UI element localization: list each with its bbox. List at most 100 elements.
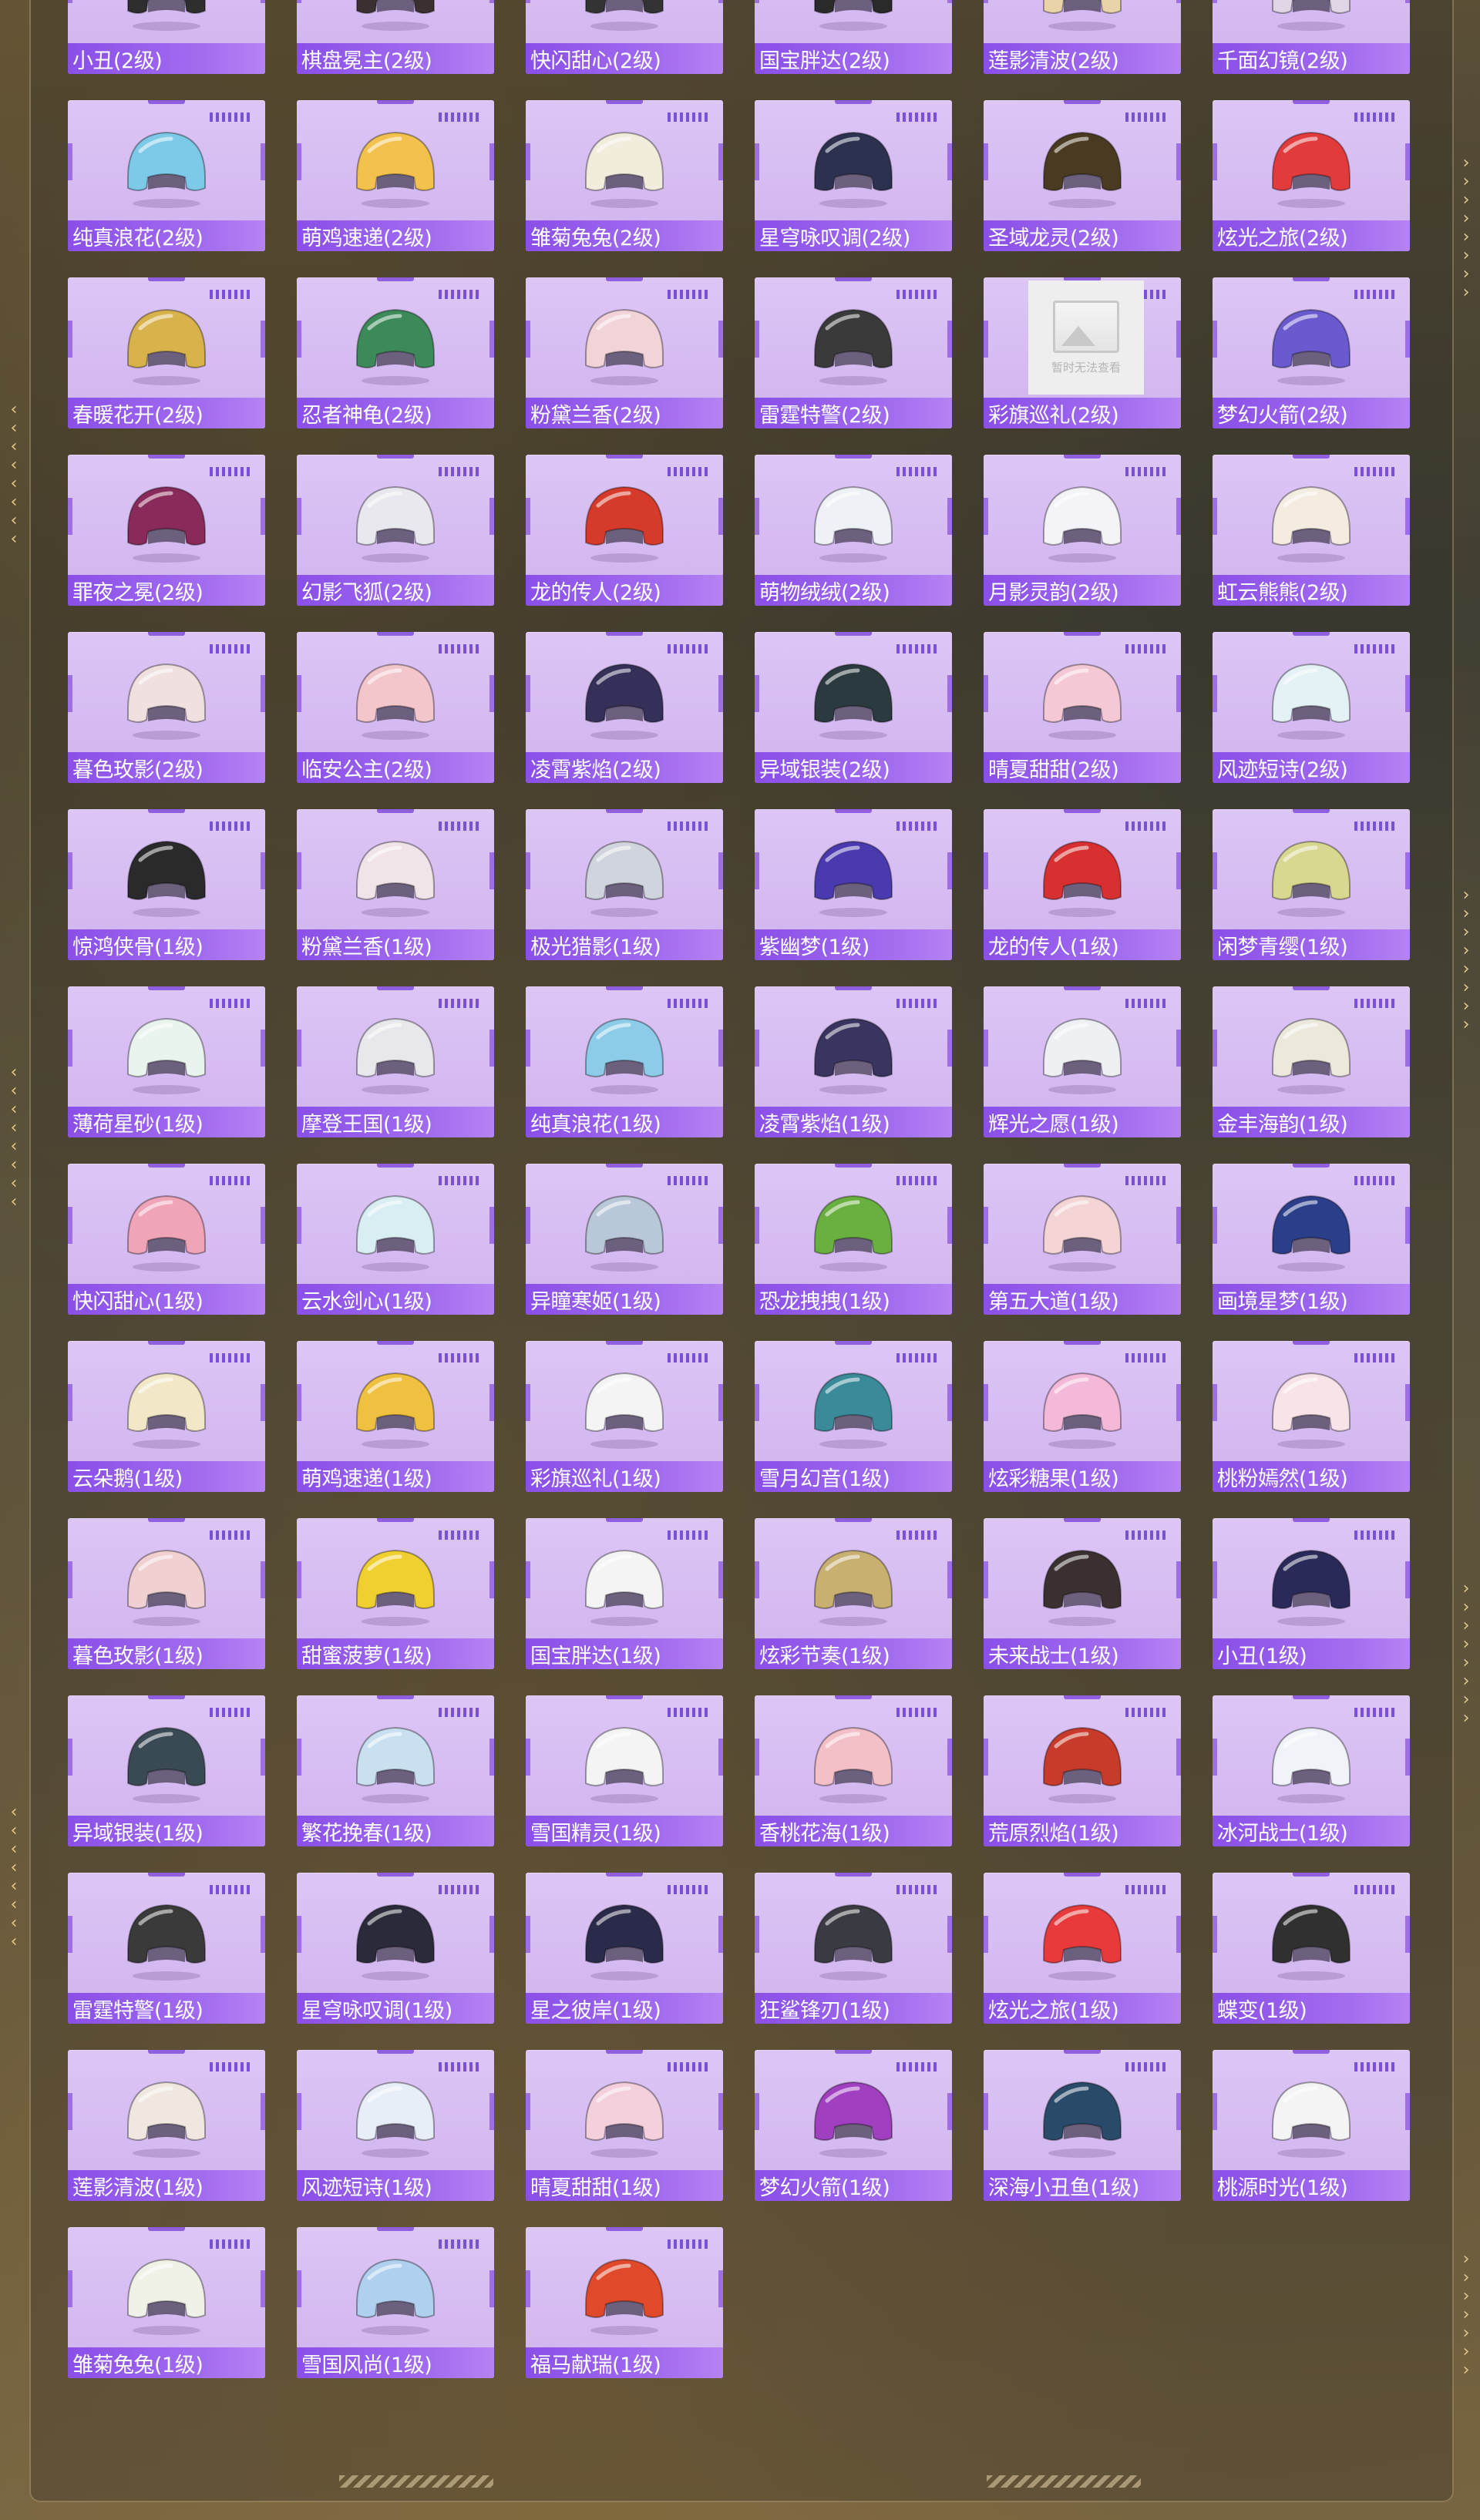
card-label-bar: 桃源时光(1级)	[1213, 2170, 1410, 2201]
card-side-accent	[1176, 0, 1181, 3]
helmet-card[interactable]: 龙的传人(1级)	[984, 809, 1181, 960]
card-side-accent	[1405, 1561, 1410, 1598]
helmet-icon	[346, 2073, 445, 2159]
helmet-card[interactable]: 罪夜之冕(2级)	[68, 455, 265, 606]
helmet-card[interactable]: 惊鸿侠骨(1级)	[68, 809, 265, 960]
helmet-card[interactable]: 快闪甜心(2级)	[526, 0, 723, 74]
helmet-card[interactable]: 国宝胖达(1级)	[526, 1518, 723, 1669]
helmet-card[interactable]: 春暖花开(2级)	[68, 277, 265, 428]
card-side-accent	[718, 498, 723, 535]
helmet-card[interactable]: 香桃花海(1级)	[755, 1695, 952, 1846]
helmet-card[interactable]: 桃源时光(1级)	[1213, 2050, 1410, 2201]
helmet-card[interactable]: 紫幽梦(1级)	[755, 809, 952, 960]
helmet-card[interactable]: 画境星梦(1级)	[1213, 1164, 1410, 1315]
helmet-card[interactable]: 暮色玫影(2级)	[68, 632, 265, 783]
helmet-card[interactable]: 雪国风尚(1级)	[297, 2227, 494, 2378]
helmet-card[interactable]: 凌霄紫焰(1级)	[755, 986, 952, 1137]
helmet-name: 深海小丑鱼(1级)	[988, 2176, 1139, 2200]
card-stripe-decoration	[210, 1176, 250, 1185]
helmet-card[interactable]: 萌鸡速递(2级)	[297, 100, 494, 251]
helmet-card[interactable]: 千面幻镜(2级)	[1213, 0, 1410, 74]
helmet-card[interactable]: 月影灵韵(2级)	[984, 455, 1181, 606]
helmet-card[interactable]: 雷霆特警(1级)	[68, 1873, 265, 2024]
helmet-card[interactable]: 炫彩糖果(1级)	[984, 1341, 1181, 1492]
helmet-card[interactable]: 圣域龙灵(2级)	[984, 100, 1181, 251]
helmet-card[interactable]: 凌霄紫焰(2级)	[526, 632, 723, 783]
helmet-card[interactable]: 小丑(1级)	[1213, 1518, 1410, 1669]
helmet-card[interactable]: 快闪甜心(1级)	[68, 1164, 265, 1315]
helmet-card[interactable]: 雪月幻音(1级)	[755, 1341, 952, 1492]
card-stripe-decoration	[1354, 1530, 1394, 1540]
helmet-name: 雪月幻音(1级)	[759, 1467, 890, 1491]
helmet-card[interactable]: 纯真浪花(2级)	[68, 100, 265, 251]
card-side-accent	[1213, 1739, 1217, 1776]
helmet-icon	[117, 2250, 216, 2337]
helmet-card[interactable]: 萌鸡速递(1级)	[297, 1341, 494, 1492]
helmet-card[interactable]: 忍者神龟(2级)	[297, 277, 494, 428]
helmet-card[interactable]: 闲梦青缨(1级)	[1213, 809, 1410, 960]
helmet-card[interactable]: 国宝胖达(2级)	[755, 0, 952, 74]
helmet-card[interactable]: 临安公主(2级)	[297, 632, 494, 783]
helmet-card[interactable]: 雏菊兔兔(2级)	[526, 100, 723, 251]
helmet-card[interactable]: 异域银装(2级)	[755, 632, 952, 783]
helmet-card[interactable]: 风迹短诗(1级)	[297, 2050, 494, 2201]
helmet-card[interactable]: 粉黛兰香(2级)	[526, 277, 723, 428]
helmet-card[interactable]: 梦幻火箭(2级)	[1213, 277, 1410, 428]
helmet-card[interactable]: 辉光之愿(1级)	[984, 986, 1181, 1137]
helmet-card[interactable]: 繁花挽春(1级)	[297, 1695, 494, 1846]
helmet-card[interactable]: 萌物绒绒(2级)	[755, 455, 952, 606]
helmet-card[interactable]: 恐龙拽拽(1级)	[755, 1164, 952, 1315]
helmet-card[interactable]: 金丰海韵(1级)	[1213, 986, 1410, 1137]
card-stripe-decoration	[439, 290, 479, 299]
helmet-card[interactable]: 晴夏甜甜(2级)	[984, 632, 1181, 783]
helmet-card[interactable]: 云水剑心(1级)	[297, 1164, 494, 1315]
helmet-card[interactable]: 云朵鹅(1级)	[68, 1341, 265, 1492]
helmet-card[interactable]: 异瞳寒姬(1级)	[526, 1164, 723, 1315]
helmet-card[interactable]: 龙的传人(2级)	[526, 455, 723, 606]
helmet-card[interactable]: 星之彼岸(1级)	[526, 1873, 723, 2024]
helmet-card[interactable]: 桃粉嫣然(1级)	[1213, 1341, 1410, 1492]
helmet-card[interactable]: 炫光之旅(2级)	[1213, 100, 1410, 251]
card-side-accent	[1405, 498, 1410, 535]
helmet-card[interactable]: 未来战士(1级)	[984, 1518, 1181, 1669]
helmet-card[interactable]: 梦幻火箭(1级)	[755, 2050, 952, 2201]
helmet-card[interactable]: 炫光之旅(1级)	[984, 1873, 1181, 2024]
helmet-card[interactable]: 星穹咏叹调(1级)	[297, 1873, 494, 2024]
helmet-card[interactable]: 莲影清波(2级)	[984, 0, 1181, 74]
card-top-notch	[606, 277, 643, 281]
helmet-card[interactable]: 纯真浪花(1级)	[526, 986, 723, 1137]
helmet-card[interactable]: 深海小丑鱼(1级)	[984, 2050, 1181, 2201]
helmet-card[interactable]: 蝶变(1级)	[1213, 1873, 1410, 2024]
helmet-card[interactable]: 小丑(2级)	[68, 0, 265, 74]
card-label-bar: 纯真浪花(1级)	[526, 1107, 723, 1137]
helmet-card[interactable]: 甜蜜菠萝(1级)	[297, 1518, 494, 1669]
helmet-card[interactable]: 风迹短诗(2级)	[1213, 632, 1410, 783]
helmet-card[interactable]: 雪国精灵(1级)	[526, 1695, 723, 1846]
helmet-card[interactable]: 薄荷星砂(1级)	[68, 986, 265, 1137]
helmet-card[interactable]: 狂鲨锋刃(1级)	[755, 1873, 952, 2024]
helmet-card[interactable]: 彩旗巡礼(1级)	[526, 1341, 723, 1492]
helmet-card[interactable]: 粉黛兰香(1级)	[297, 809, 494, 960]
helmet-card[interactable]: 荒原烈焰(1级)	[984, 1695, 1181, 1846]
helmet-card[interactable]: 摩登王国(1级)	[297, 986, 494, 1137]
helmet-card[interactable]: 福马献瑞(1级)	[526, 2227, 723, 2378]
helmet-name: 辉光之愿(1级)	[988, 1112, 1119, 1137]
helmet-card[interactable]: 晴夏甜甜(1级)	[526, 2050, 723, 2201]
helmet-card[interactable]: 第五大道(1级)	[984, 1164, 1181, 1315]
helmet-card[interactable]: 暂时无法查看 彩旗巡礼(2级)	[984, 277, 1181, 428]
helmet-card[interactable]: 星穹咏叹调(2级)	[755, 100, 952, 251]
helmet-card[interactable]: 雏菊兔兔(1级)	[68, 2227, 265, 2378]
helmet-name: 桃源时光(1级)	[1217, 2176, 1348, 2200]
helmet-card[interactable]: 极光猎影(1级)	[526, 809, 723, 960]
helmet-card[interactable]: 暮色玫影(1级)	[68, 1518, 265, 1669]
card-label-bar: 千面幻镜(2级)	[1213, 43, 1410, 74]
helmet-card[interactable]: 雷霆特警(2级)	[755, 277, 952, 428]
helmet-card[interactable]: 炫彩节奏(1级)	[755, 1518, 952, 1669]
card-side-accent	[1176, 1739, 1181, 1776]
helmet-card[interactable]: 冰河战士(1级)	[1213, 1695, 1410, 1846]
helmet-card[interactable]: 虹云熊熊(2级)	[1213, 455, 1410, 606]
helmet-card[interactable]: 幻影飞狐(2级)	[297, 455, 494, 606]
helmet-card[interactable]: 棋盘冕主(2级)	[297, 0, 494, 74]
helmet-card[interactable]: 莲影清波(1级)	[68, 2050, 265, 2201]
helmet-card[interactable]: 异域银装(1级)	[68, 1695, 265, 1846]
